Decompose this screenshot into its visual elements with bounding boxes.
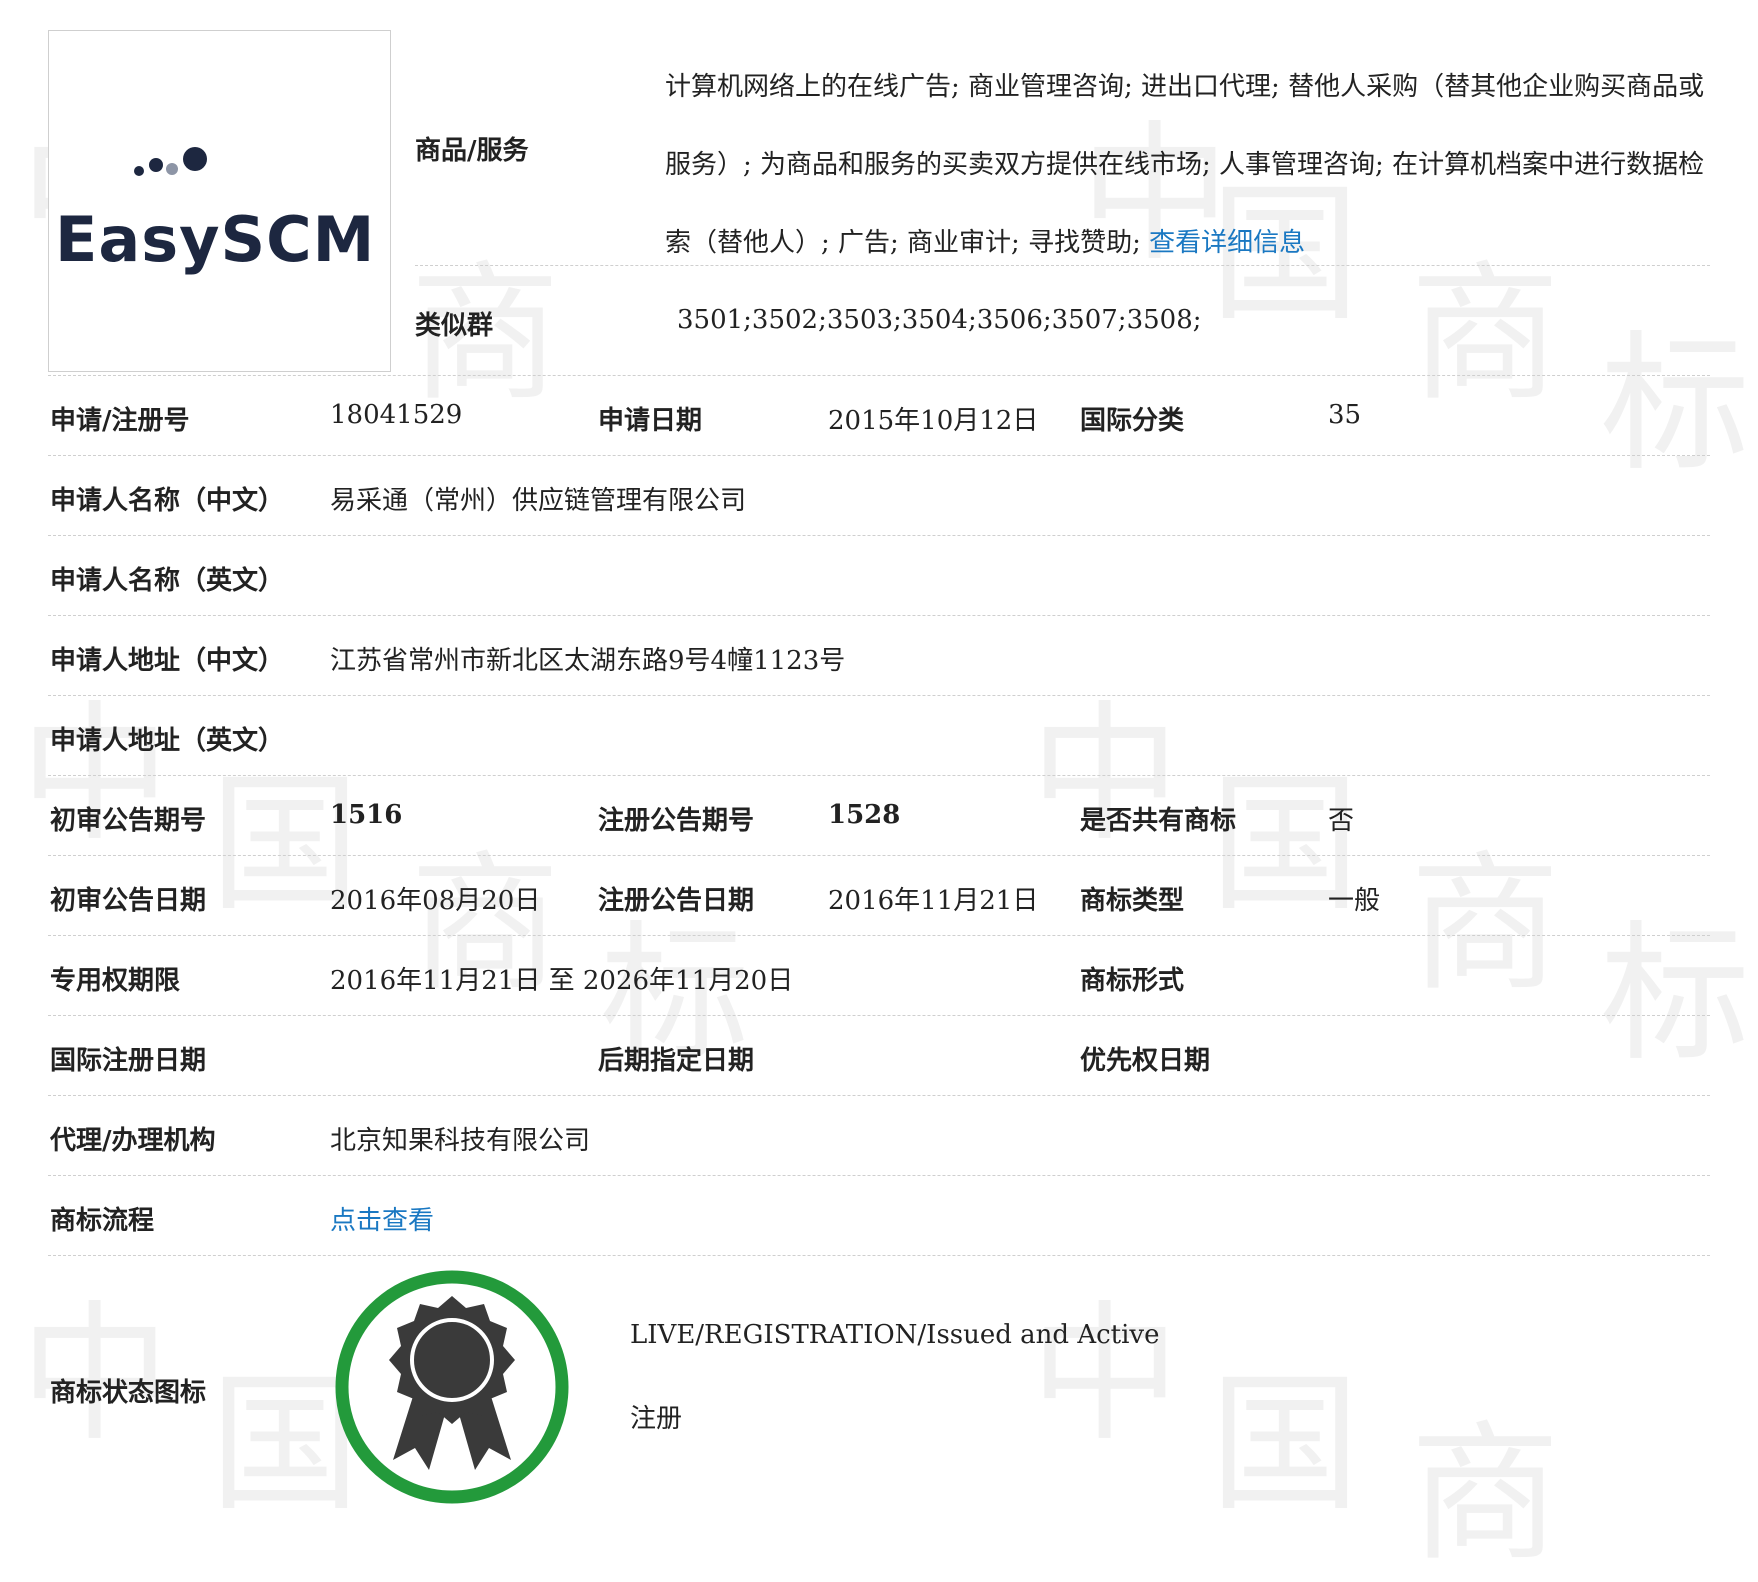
- prelim-date-label: 初审公告日期: [50, 886, 207, 916]
- goods-label: 商品/服务: [415, 136, 529, 166]
- similar-group-value: 3501;3502;3503;3504;3506;3507;3508;: [677, 305, 1202, 335]
- divider: [48, 455, 1710, 456]
- divider: [48, 615, 1710, 616]
- similar-group-label: 类似群: [415, 311, 494, 341]
- process-label: 商标流程: [50, 1206, 155, 1236]
- shared-label: 是否共有商标: [1080, 806, 1237, 836]
- shared-value: 否: [1328, 806, 1355, 836]
- divider: [48, 1015, 1710, 1016]
- prelim-date-value: 2016年08月20日: [330, 886, 541, 916]
- divider: [48, 375, 1710, 376]
- trademark-detail: EasySCM 商品/服务 计算机网络上的在线广告; 商业管理咨询; 进出口代理…: [0, 0, 1758, 1514]
- app-date-label: 申请日期: [598, 406, 703, 436]
- goods-services-text: 计算机网络上的在线广告; 商业管理咨询; 进出口代理; 替他人采购（替其他企业购…: [665, 48, 1705, 282]
- tm-form-label: 商标形式: [1080, 966, 1185, 996]
- app-date-value: 2015年10月12日: [828, 406, 1039, 436]
- reg-no-label: 申请/注册号: [50, 406, 190, 436]
- intl-class-value: 35: [1328, 400, 1362, 430]
- divider: [48, 1255, 1710, 1256]
- reg-notice-date-value: 2016年11月21日: [828, 886, 1039, 916]
- agent-label: 代理/办理机构: [50, 1126, 216, 1156]
- status-chinese: 注册: [630, 1404, 683, 1434]
- logo-text: EasySCM: [55, 203, 375, 276]
- prelim-no-value: 1516: [330, 800, 403, 830]
- address-cn-label: 申请人地址（中文）: [50, 646, 285, 676]
- status-english: LIVE/REGISTRATION/Issued and Active: [630, 1320, 1160, 1350]
- tm-type-value: 一般: [1328, 886, 1381, 916]
- divider: [48, 535, 1710, 536]
- reg-no-value: 18041529: [330, 400, 463, 430]
- applicant-cn-value: 易采通（常州）供应链管理有限公司: [330, 486, 747, 516]
- intl-class-label: 国际分类: [1080, 406, 1185, 436]
- address-cn-value: 江苏省常州市新北区太湖东路9号4幢1123号: [330, 646, 846, 676]
- divider: [48, 1095, 1710, 1096]
- prelim-no-label: 初审公告期号: [50, 806, 207, 836]
- divider: [48, 1175, 1710, 1176]
- divider: [415, 265, 1710, 266]
- reg-notice-no-label: 注册公告期号: [598, 806, 755, 836]
- exclusive-period-value: 2016年11月21日 至 2026年11月20日: [330, 966, 794, 996]
- agent-value: 北京知果科技有限公司: [330, 1126, 591, 1156]
- later-date-label: 后期指定日期: [598, 1046, 755, 1076]
- goods-detail-link[interactable]: 查看详细信息: [1149, 228, 1305, 258]
- trademark-logo: EasySCM: [48, 30, 391, 372]
- reg-notice-date-label: 注册公告日期: [598, 886, 755, 916]
- priority-date-label: 优先权日期: [1080, 1046, 1211, 1076]
- divider: [48, 695, 1710, 696]
- applicant-en-label: 申请人名称（英文）: [50, 566, 285, 596]
- tm-type-label: 商标类型: [1080, 886, 1185, 916]
- easyscm-logo-image: EasySCM: [55, 147, 375, 276]
- process-view-link[interactable]: 点击查看: [330, 1200, 434, 1237]
- intl-reg-date-label: 国际注册日期: [50, 1046, 207, 1076]
- award-ribbon-icon: [333, 1268, 571, 1510]
- divider: [48, 775, 1710, 776]
- applicant-cn-label: 申请人名称（中文）: [50, 486, 285, 516]
- divider: [48, 855, 1710, 856]
- divider: [48, 935, 1710, 936]
- address-en-label: 申请人地址（英文）: [50, 726, 285, 756]
- exclusive-period-label: 专用权期限: [50, 966, 181, 996]
- status-icon-label: 商标状态图标: [50, 1378, 207, 1408]
- reg-notice-no-value: 1528: [828, 800, 901, 830]
